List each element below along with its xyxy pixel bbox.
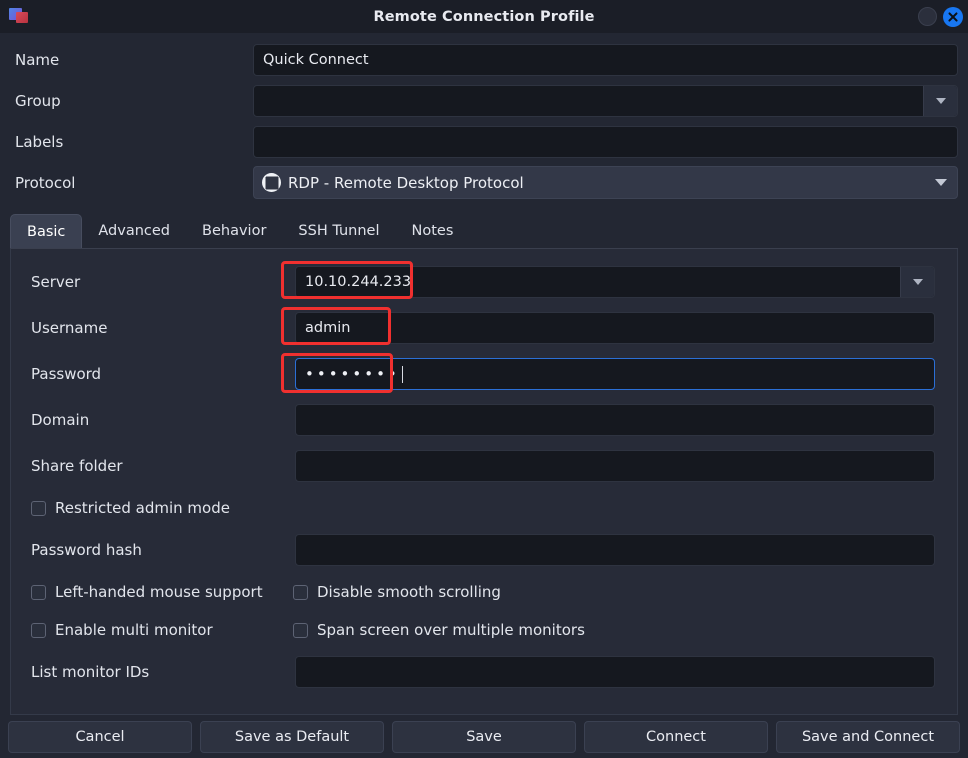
page-title: Remote Connection Profile [0,9,968,25]
tab-behavior[interactable]: Behavior [186,214,282,248]
field-row-server: Server 10.10.244.233 [11,259,957,305]
protocol-label: Protocol [10,174,253,192]
field-row-domain: Domain [11,397,957,443]
checkbox-icon[interactable] [31,585,46,600]
cancel-button[interactable]: Cancel [8,721,192,753]
tab-bar-zone: Basic Advanced Behavior SSH Tunnel Notes [0,211,968,249]
username-label: Username [31,319,295,337]
rdp-protocol-icon [262,173,281,192]
password-masked-value: •••••••• [305,365,400,383]
tab-advanced[interactable]: Advanced [82,214,186,248]
checkbox-label: Restricted admin mode [55,499,230,517]
chevron-down-icon[interactable] [935,167,947,198]
name-label: Name [10,51,253,69]
chevron-down-icon[interactable] [923,86,957,116]
field-row-username: Username admin [11,305,957,351]
text-cursor [402,366,404,383]
checkbox-icon[interactable] [293,623,308,638]
name-input[interactable]: Quick Connect [253,44,958,76]
save-and-connect-button[interactable]: Save and Connect [776,721,960,753]
tab-ssh-tunnel[interactable]: SSH Tunnel [282,214,395,248]
list-monitor-ids-input[interactable] [295,656,935,688]
dialog-button-bar: Cancel Save as Default Save Connect Save… [0,715,968,758]
domain-label: Domain [31,411,295,429]
checkbox-label: Left-handed mouse support [55,583,263,601]
protocol-select[interactable]: RDP - Remote Desktop Protocol [253,166,958,199]
field-row-group: Group [10,80,958,121]
tab-notes[interactable]: Notes [396,214,470,248]
profile-header-form: Name Quick Connect Group Labels Protocol [0,33,968,211]
remote-connection-profile-dialog: Remote Connection Profile Name Quick Con… [0,0,968,758]
save-as-default-button[interactable]: Save as Default [200,721,384,753]
checkbox-row-restricted-admin: Restricted admin mode [11,489,957,527]
checkbox-icon[interactable] [31,623,46,638]
checkbox-row-multi-monitor: Enable multi monitor Span screen over mu… [11,611,957,649]
protocol-selected-value: RDP - Remote Desktop Protocol [288,174,524,192]
field-row-protocol: Protocol RDP - Remote Desktop Protocol [10,162,958,203]
checkbox-label: Enable multi monitor [55,621,213,639]
save-button[interactable]: Save [392,721,576,753]
field-row-list-monitor-ids: List monitor IDs [11,649,957,695]
chevron-down-icon[interactable] [900,267,934,297]
field-row-labels: Labels [10,121,958,162]
checkbox-span-screen-over-multiple-monitors[interactable]: Span screen over multiple monitors [293,621,585,639]
share-folder-input[interactable] [295,450,935,482]
password-input[interactable]: •••••••• [295,358,935,390]
checkbox-enable-multi-monitor[interactable]: Enable multi monitor [31,621,293,639]
checkbox-label: Span screen over multiple monitors [317,621,585,639]
server-input[interactable]: 10.10.244.233 [296,267,900,297]
server-combobox[interactable]: 10.10.244.233 [295,266,935,298]
checkbox-row-mouse-scroll: Left-handed mouse support Disable smooth… [11,573,957,611]
checkbox-restricted-admin-mode[interactable]: Restricted admin mode [31,499,230,517]
password-label: Password [31,365,295,383]
checkbox-left-handed-mouse-support[interactable]: Left-handed mouse support [31,583,293,601]
field-row-password-hash: Password hash [11,527,957,573]
window-controls [918,0,963,33]
checkbox-disable-smooth-scrolling[interactable]: Disable smooth scrolling [293,583,501,601]
checkbox-icon[interactable] [293,585,308,600]
checkbox-label: Disable smooth scrolling [317,583,501,601]
group-input[interactable] [254,86,923,116]
title-bar: Remote Connection Profile [0,0,968,33]
circle-icon[interactable] [918,7,937,26]
password-hash-input[interactable] [295,534,935,566]
group-combobox[interactable] [253,85,958,117]
share-folder-label: Share folder [31,457,295,475]
list-monitor-ids-label: List monitor IDs [31,663,295,681]
connect-button[interactable]: Connect [584,721,768,753]
field-row-share-folder: Share folder [11,443,957,489]
field-row-name: Name Quick Connect [10,39,958,80]
labels-input[interactable] [253,126,958,158]
checkbox-icon[interactable] [31,501,46,516]
remote-desktop-icon [9,7,29,26]
username-input[interactable]: admin [295,312,935,344]
server-label: Server [31,273,295,291]
tab-bar: Basic Advanced Behavior SSH Tunnel Notes [10,211,958,249]
domain-input[interactable] [295,404,935,436]
tab-basic[interactable]: Basic [10,214,82,248]
labels-label: Labels [10,133,253,151]
basic-tab-panel: Server 10.10.244.233 Username admin Pass… [10,249,958,715]
password-hash-label: Password hash [31,541,295,559]
field-row-password: Password •••••••• [11,351,957,397]
group-label: Group [10,92,253,110]
close-x-icon[interactable] [943,7,963,27]
